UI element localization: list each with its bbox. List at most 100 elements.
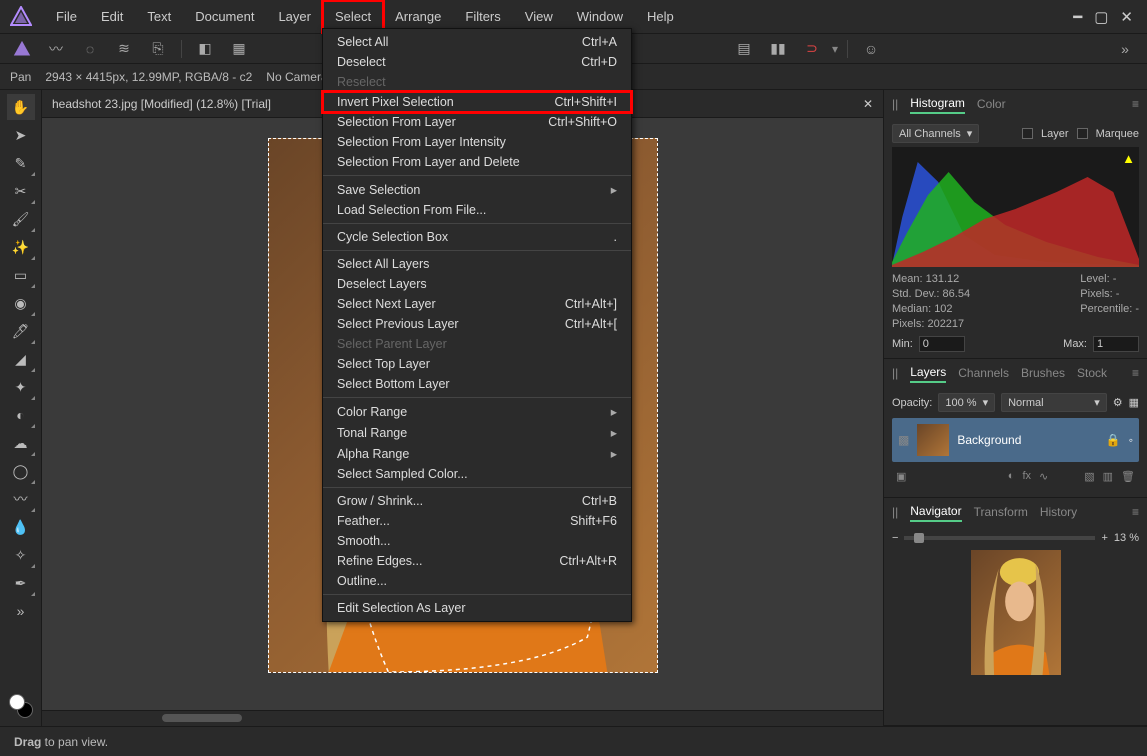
crop-tool-icon[interactable]: ✂: [7, 178, 35, 204]
menu-item[interactable]: Selection From Layer Intensity: [323, 132, 631, 152]
menu-item[interactable]: Selection From Layer and Delete: [323, 152, 631, 172]
menu-item[interactable]: Selection From LayerCtrl+Shift+O: [323, 112, 631, 132]
menu-item[interactable]: Select All Layers: [323, 254, 631, 274]
alignment-icon[interactable]: ▮▮: [764, 37, 792, 61]
maximize-button[interactable]: ▢: [1094, 8, 1108, 26]
group-icon[interactable]: ▥: [1103, 470, 1113, 483]
menu-item[interactable]: Select Bottom Layer: [323, 374, 631, 394]
layer-checkbox[interactable]: [1022, 128, 1033, 139]
zoom-out-button[interactable]: −: [892, 532, 898, 544]
tab-layers[interactable]: Layers: [910, 363, 946, 383]
paint-brush-tool-icon[interactable]: 🖊: [7, 318, 35, 344]
menu-item[interactable]: Select Sampled Color...: [323, 464, 631, 484]
lock-icon[interactable]: 🔒: [1106, 433, 1121, 447]
close-tab-icon[interactable]: ✕: [863, 97, 873, 111]
export-persona-icon[interactable]: ⎘: [144, 37, 172, 61]
layer-options-icon[interactable]: ▦: [1129, 396, 1139, 409]
pen-tool-icon[interactable]: ✒: [7, 570, 35, 596]
sponge-tool-icon[interactable]: ☁: [7, 430, 35, 456]
liquify-persona-icon[interactable]: 〰: [42, 37, 70, 61]
panel-menu-icon[interactable]: ≡: [1132, 366, 1139, 380]
clone-tool-icon[interactable]: ✦: [7, 374, 35, 400]
develop-persona-icon[interactable]: ◌: [76, 37, 104, 61]
menu-item[interactable]: Color Range: [323, 401, 631, 422]
color-picker-tool-icon[interactable]: ✎: [7, 150, 35, 176]
tonemap-persona-icon[interactable]: ≋: [110, 37, 138, 61]
foreground-background-color[interactable]: [9, 694, 33, 718]
menu-document[interactable]: Document: [183, 1, 266, 32]
fx-icon[interactable]: fx: [1022, 470, 1031, 483]
menu-help[interactable]: Help: [635, 1, 686, 32]
tool-icon[interactable]: ▦: [225, 37, 253, 61]
zoom-slider[interactable]: [904, 536, 1095, 540]
adjustment-icon[interactable]: ◐: [1008, 470, 1015, 483]
menu-item[interactable]: Select AllCtrl+A: [323, 32, 631, 52]
close-button[interactable]: ✕: [1120, 8, 1133, 26]
blend-mode-dropdown[interactable]: Normal▾: [1001, 393, 1107, 412]
mask-icon[interactable]: ▣: [896, 470, 906, 483]
add-layer-icon[interactable]: ▧: [1084, 470, 1094, 483]
menu-item[interactable]: Grow / Shrink...Ctrl+B: [323, 491, 631, 511]
menu-item[interactable]: Cycle Selection Box.: [323, 227, 631, 247]
magnet-icon[interactable]: ⊃: [798, 37, 826, 61]
marquee-checkbox[interactable]: [1077, 128, 1088, 139]
chevron-icon[interactable]: »: [1111, 37, 1139, 61]
tool-icon[interactable]: ◧: [191, 37, 219, 61]
menu-item[interactable]: Edit Selection As Layer: [323, 598, 631, 618]
menu-item[interactable]: Deselect Layers: [323, 274, 631, 294]
min-input[interactable]: [919, 336, 965, 352]
panel-menu-icon[interactable]: ≡: [1132, 505, 1139, 519]
menu-item[interactable]: Select Top Layer: [323, 354, 631, 374]
pan-tool-icon[interactable]: ✋: [7, 94, 35, 120]
layer-row[interactable]: ▩ Background 🔒 ◦: [892, 418, 1139, 462]
menu-item[interactable]: Save Selection: [323, 179, 631, 200]
tab-stock[interactable]: Stock: [1077, 364, 1107, 382]
menu-item[interactable]: Smooth...: [323, 531, 631, 551]
mesh-warp-tool-icon[interactable]: ✧: [7, 542, 35, 568]
magic-wand-tool-icon[interactable]: ✨: [7, 234, 35, 260]
assistant-icon[interactable]: ☺: [857, 37, 885, 61]
tab-histogram[interactable]: Histogram: [910, 94, 965, 114]
trash-icon[interactable]: 🗑: [1121, 470, 1135, 483]
app-icon-button[interactable]: [8, 37, 36, 61]
menu-text[interactable]: Text: [135, 1, 183, 32]
tab-navigator[interactable]: Navigator: [910, 502, 961, 522]
panel-menu-icon[interactable]: ≡: [1132, 97, 1139, 111]
fx2-icon[interactable]: ∿: [1039, 470, 1048, 483]
horizontal-scrollbar[interactable]: [42, 710, 883, 726]
blur-tool-icon[interactable]: 💧: [7, 514, 35, 540]
marquee-tool-icon[interactable]: ▭: [7, 262, 35, 288]
menu-item[interactable]: Alpha Range: [323, 443, 631, 464]
menu-item[interactable]: Load Selection From File...: [323, 200, 631, 220]
menu-item[interactable]: Invert Pixel SelectionCtrl+Shift+I: [323, 92, 631, 112]
menu-item[interactable]: Select Previous LayerCtrl+Alt+[: [323, 314, 631, 334]
tab-brushes[interactable]: Brushes: [1021, 364, 1065, 382]
navigator-thumbnail[interactable]: [971, 550, 1061, 675]
menu-layer[interactable]: Layer: [266, 1, 323, 32]
visibility-dot-icon[interactable]: ◦: [1129, 433, 1133, 447]
menu-item[interactable]: Feather...Shift+F6: [323, 511, 631, 531]
menu-file[interactable]: File: [44, 1, 89, 32]
minimize-button[interactable]: ━: [1073, 8, 1082, 26]
selection-brush-tool-icon[interactable]: 🖌: [7, 206, 35, 232]
flood-fill-tool-icon[interactable]: ◉: [7, 290, 35, 316]
smudge-tool-icon[interactable]: 〰: [7, 486, 35, 512]
menu-item[interactable]: DeselectCtrl+D: [323, 52, 631, 72]
menu-item[interactable]: Refine Edges...Ctrl+Alt+R: [323, 551, 631, 571]
tab-channels[interactable]: Channels: [958, 364, 1009, 382]
erase-tool-icon[interactable]: ◢: [7, 346, 35, 372]
menu-item[interactable]: Select Next LayerCtrl+Alt+]: [323, 294, 631, 314]
menu-item[interactable]: Tonal Range: [323, 422, 631, 443]
menu-edit[interactable]: Edit: [89, 1, 135, 32]
tab-color[interactable]: Color: [977, 95, 1006, 113]
max-input[interactable]: [1093, 336, 1139, 352]
channels-dropdown[interactable]: All Channels▾: [892, 124, 979, 143]
gear-icon[interactable]: ⚙: [1113, 396, 1123, 409]
menu-item[interactable]: Outline...: [323, 571, 631, 591]
opacity-dropdown[interactable]: 100 %▾: [938, 393, 995, 412]
inpainting-tool-icon[interactable]: ◐: [7, 402, 35, 428]
tab-history[interactable]: History: [1040, 503, 1077, 521]
dodge-tool-icon[interactable]: ◯: [7, 458, 35, 484]
move-tool-icon[interactable]: ➤: [7, 122, 35, 148]
expand-tools-icon[interactable]: »: [7, 598, 35, 624]
